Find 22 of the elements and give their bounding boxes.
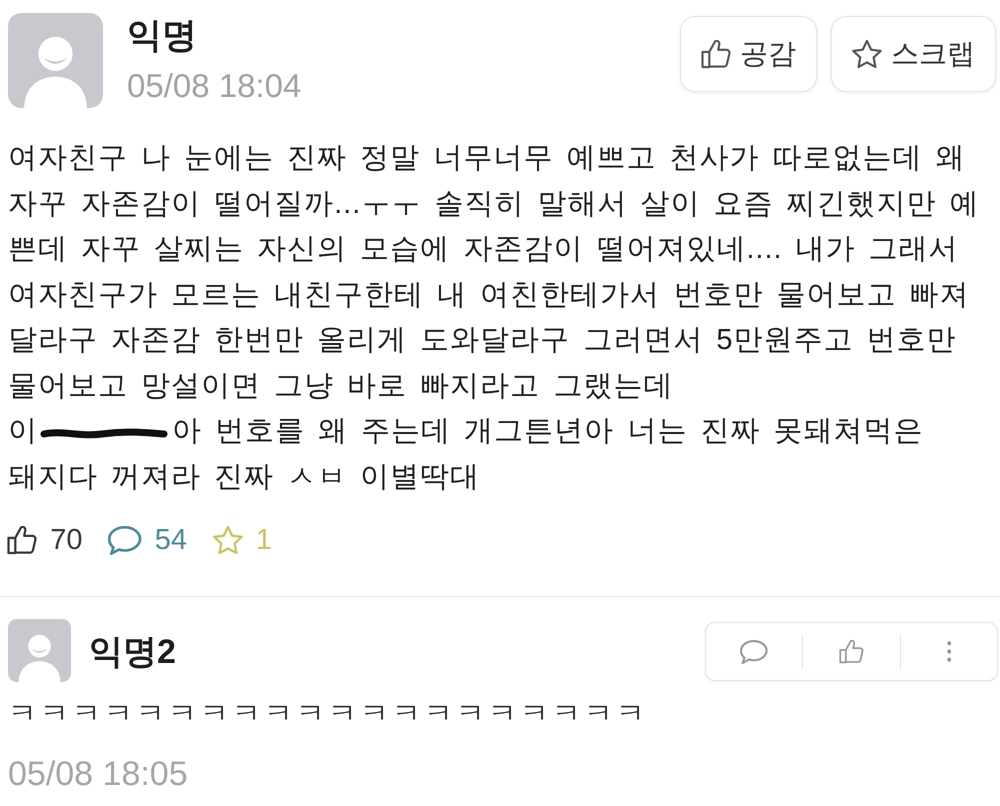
avatar-icon [8,13,103,108]
thumbs-up-icon [700,40,732,68]
like-button[interactable]: 공감 [680,16,818,92]
thumbs-up-icon [838,640,864,664]
like-count: 70 [50,523,82,557]
post-time: 05/08 18:04 [127,66,302,106]
commenter-name: 익명2 [89,632,176,673]
more-icon [946,641,952,662]
post-body-text: 여자친구 나 눈에는 진짜 정말 너무너무 예쁘고 천사가 따로없는데 왜 자꾸 자존감이 떨어질까...ㅜㅜ 솔직히 말해서 살이 요즘 찌긴했지만 예쁜데 자꾸 살찌는 자신의 모습에 자존감이 떨어져있네.... 내가 그래서 여자친구가 모르는 내친구한테 내 여친한테가서 번호만 물어보고 빠져달라구 자존감 한번만 올리게 도와달라구 그러면서 5만원주고 번호만 물어보고 망설이면 그냥 바로 빠지라고 그랬는데 [8,141,981,404]
comment-text: ㅋㅋㅋㅋㅋㅋㅋㅋㅋㅋㅋㅋㅋㅋㅋㅋㅋㅋㅋㅋ [8,697,649,732]
speech-bubble-icon [740,640,768,664]
scrap-count: 1 [256,523,272,557]
star-icon [852,40,882,68]
scrap-button[interactable]: 스크랩 [831,16,996,92]
comment-time: 05/08 18:05 [8,754,189,794]
author-name: 익명 [127,15,198,57]
post-body-text: 이 [8,414,38,449]
avatar-icon [8,619,71,682]
scribble-icon [40,426,168,441]
post-body-text: 아 번호를 왜 주는데 개그튼년아 너는 진짜 못돼쳐먹은 [172,414,924,449]
post-body-text: 돼지다 꺼져라 진짜 ㅅㅂ 이별딱대 [8,460,482,494]
comment-count: 54 [154,523,188,557]
